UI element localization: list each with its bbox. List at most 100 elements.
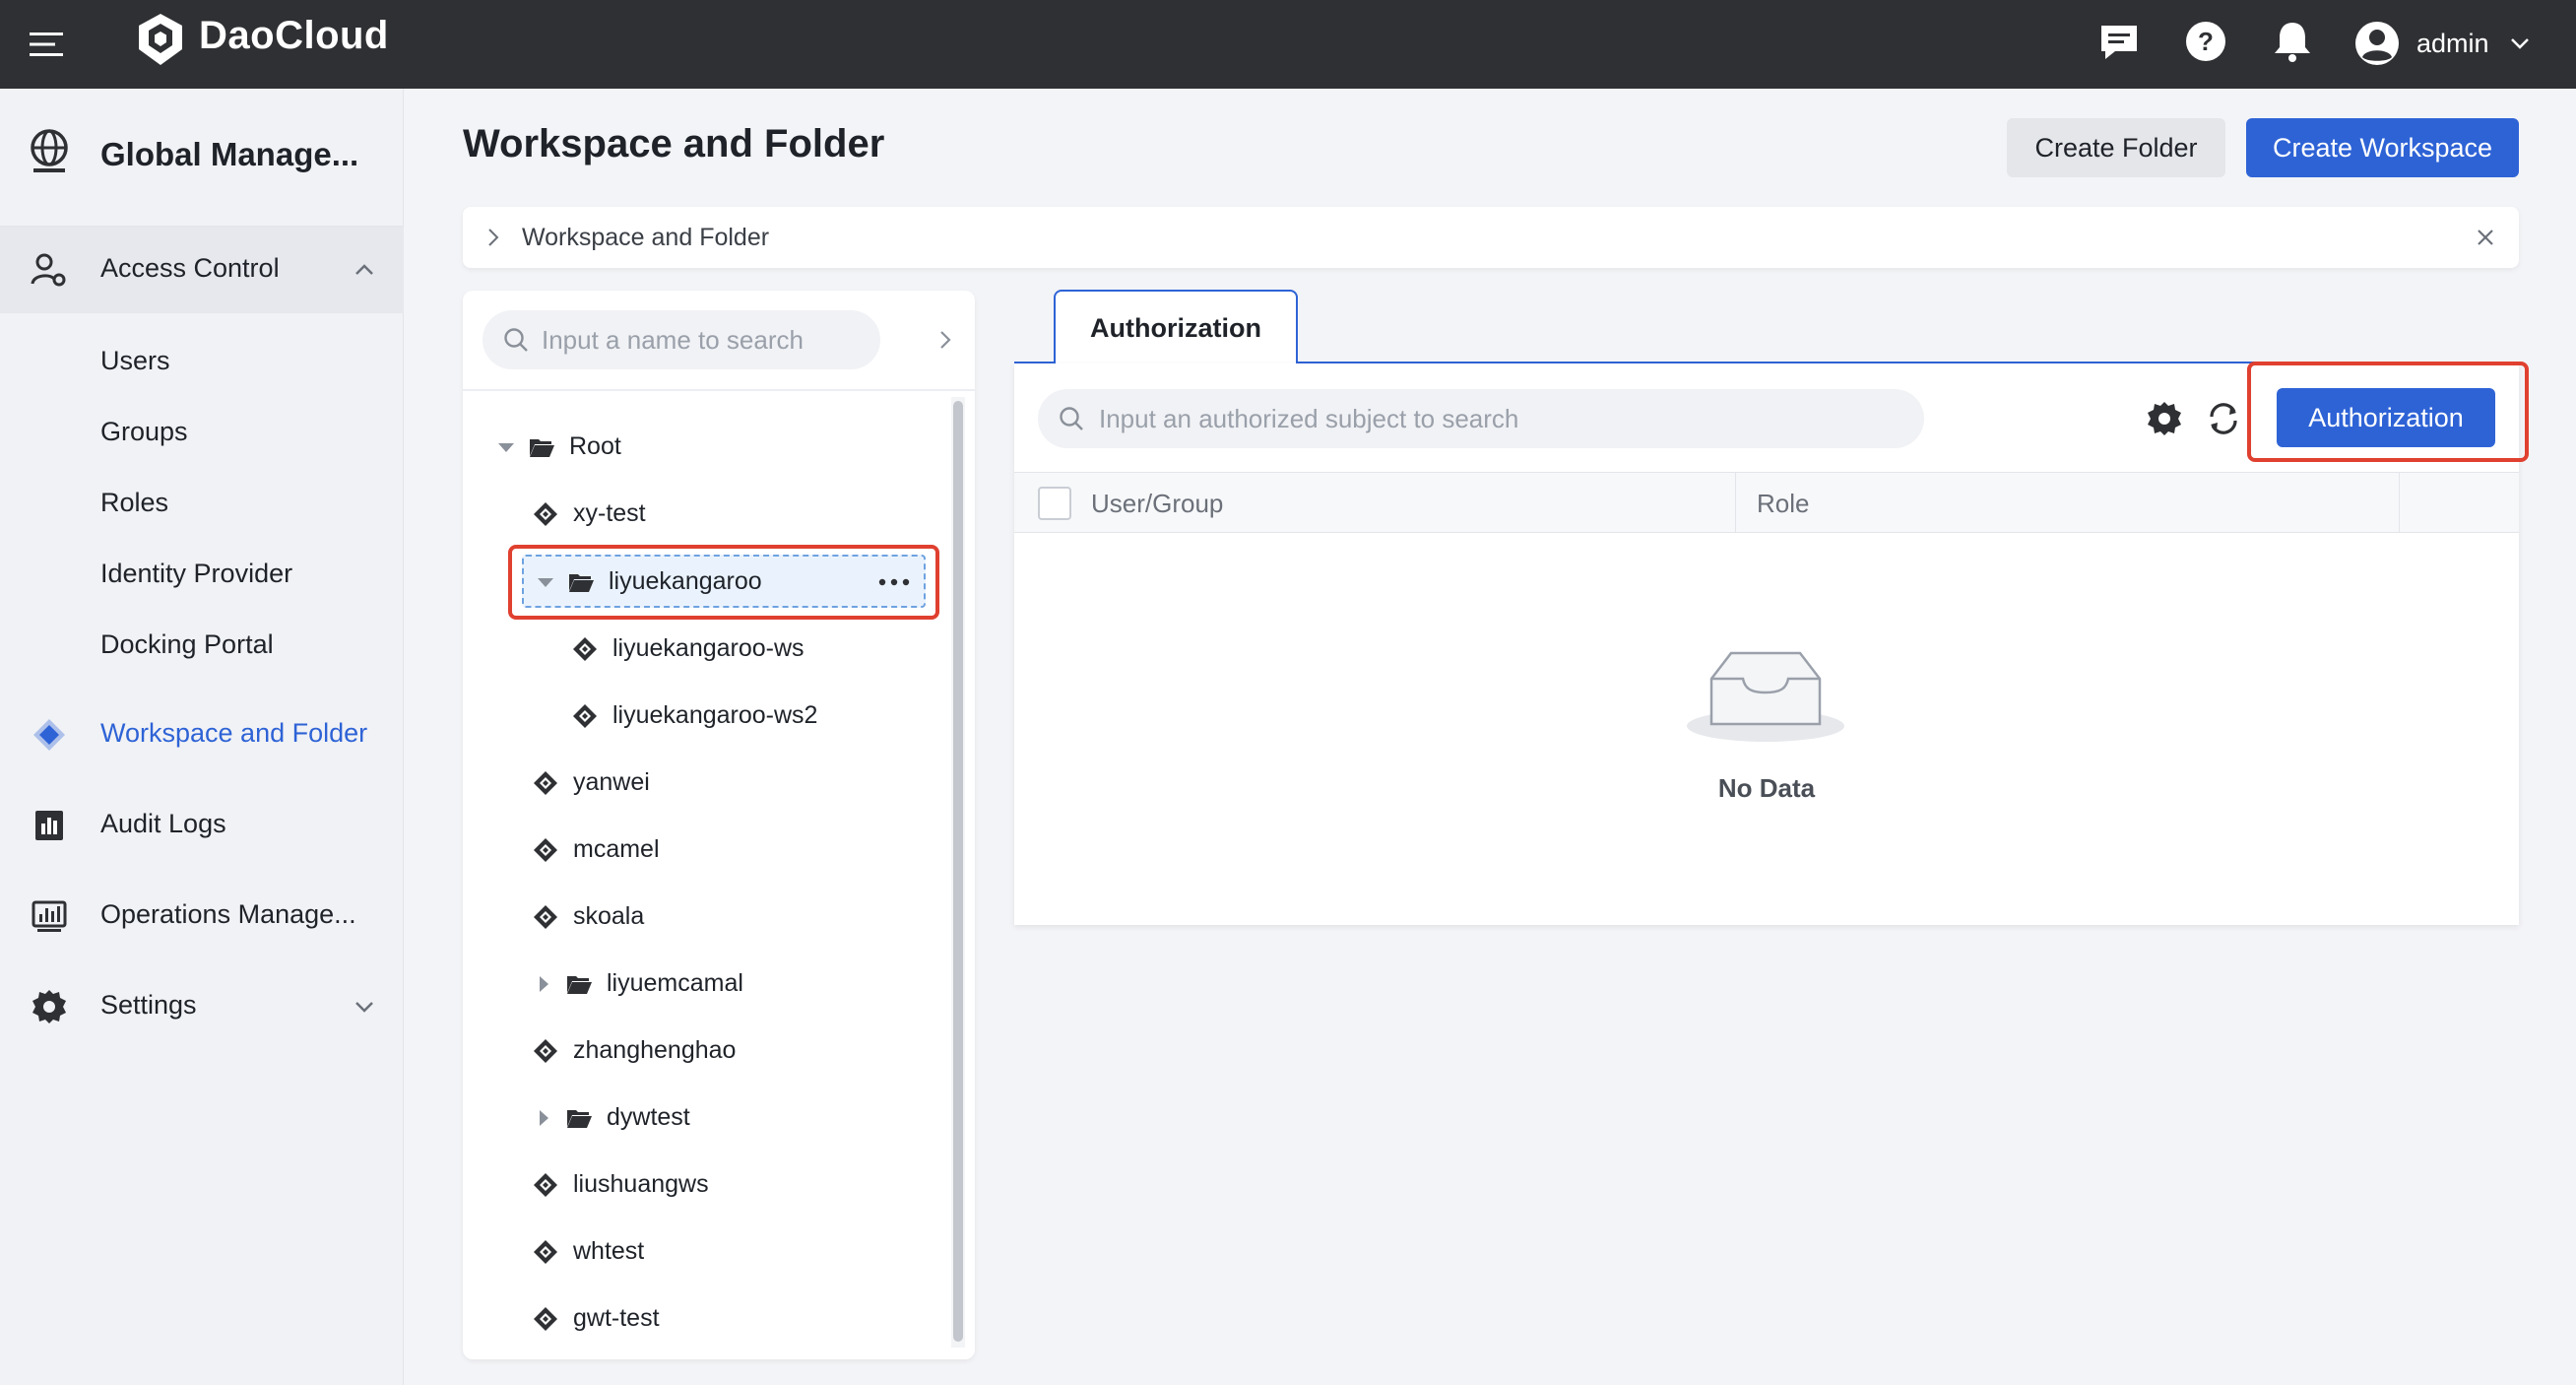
user-gear-icon bbox=[30, 250, 69, 290]
brand-name[interactable]: DaoCloud bbox=[199, 14, 389, 58]
operations-icon bbox=[30, 896, 69, 936]
select-all-checkbox[interactable] bbox=[1038, 487, 1071, 520]
column-header-user-group[interactable]: User/Group bbox=[1091, 489, 1223, 519]
folder-open-icon bbox=[528, 433, 555, 461]
sidebar-item-groups[interactable]: Groups bbox=[0, 396, 404, 467]
sidebar-item-identity-provider[interactable]: Identity Provider bbox=[0, 538, 404, 609]
sidebar-item-audit-logs[interactable]: Audit Logs bbox=[0, 782, 404, 869]
sidebar-item-label: Audit Logs bbox=[100, 809, 226, 838]
workspace-icon bbox=[532, 1238, 559, 1266]
sidebar-item-roles[interactable]: Roles bbox=[0, 467, 404, 538]
sidebar-item-label: Access Control bbox=[100, 253, 280, 283]
tree-node-label: liushuangws bbox=[573, 1170, 709, 1198]
settings-icon[interactable] bbox=[2145, 399, 2184, 438]
sidebar-item-settings[interactable]: Settings bbox=[0, 963, 404, 1050]
tree-node-label: zhanghenghao bbox=[573, 1036, 737, 1064]
search-icon bbox=[1058, 405, 1085, 432]
sidebar-item-label: Settings bbox=[100, 990, 197, 1020]
sidebar-item-workspace-and-folder[interactable]: Workspace and Folder bbox=[0, 692, 404, 778]
tree-search-input[interactable] bbox=[542, 310, 867, 369]
bell-icon[interactable] bbox=[2269, 18, 2316, 65]
tree-node-workspace[interactable]: liushuangws bbox=[483, 1157, 945, 1213]
tree-scrollbar[interactable] bbox=[951, 397, 965, 1348]
tree-node-label: liyuekangaroo-ws2 bbox=[612, 701, 818, 729]
auth-search-input[interactable] bbox=[1099, 389, 1906, 448]
svg-text:?: ? bbox=[2198, 27, 2214, 56]
tree-node-label: liyuekangaroo-ws bbox=[612, 634, 805, 662]
chevron-up-icon bbox=[351, 256, 378, 284]
sidebar-item-label: Roles bbox=[100, 488, 169, 517]
tree-node-workspace[interactable]: skoala bbox=[483, 890, 945, 945]
sidebar-header: Global Manage... bbox=[0, 89, 404, 227]
authorization-panel: Authorization User/Group Role No Data bbox=[1014, 362, 2529, 925]
tab-label: Authorization bbox=[1090, 313, 1261, 343]
tree-node-workspace[interactable]: zhanghenghao bbox=[483, 1023, 945, 1079]
user-menu[interactable]: admin bbox=[2353, 16, 2531, 71]
tree-node-workspace[interactable]: gwt-test bbox=[483, 1291, 945, 1347]
sidebar-item-label: Docking Portal bbox=[100, 629, 274, 659]
workspace-icon bbox=[532, 500, 559, 528]
refresh-icon[interactable] bbox=[2204, 399, 2243, 438]
help-icon[interactable]: ? bbox=[2182, 18, 2229, 65]
sidebar-title: Global Manage... bbox=[100, 136, 359, 172]
more-icon[interactable] bbox=[876, 570, 912, 594]
daocloud-logo-icon[interactable] bbox=[131, 10, 190, 69]
sidebar-item-access-control[interactable]: Access Control bbox=[0, 227, 404, 313]
message-icon[interactable] bbox=[2095, 18, 2143, 65]
tree-node-label: xy-test bbox=[573, 499, 646, 527]
column-divider bbox=[1735, 473, 1736, 532]
column-header-role[interactable]: Role bbox=[1757, 489, 1809, 519]
tree-node-workspace[interactable]: liyuekangaroo-ws2 bbox=[483, 689, 945, 744]
tree-node-label: skoala bbox=[573, 902, 645, 930]
tree-node-workspace[interactable]: yanwei bbox=[483, 756, 945, 811]
tree-node-workspace[interactable]: xy-test bbox=[483, 487, 945, 542]
workspace-icon bbox=[30, 715, 69, 755]
tree-node-folder[interactable]: liyuemcamal bbox=[483, 956, 945, 1012]
tree-node-label: liyuekangaroo bbox=[609, 567, 762, 595]
folder-icon bbox=[565, 970, 593, 998]
tree-node-label: liyuemcamal bbox=[607, 969, 743, 997]
sidebar-item-docking-portal[interactable]: Docking Portal bbox=[0, 609, 404, 680]
page-title: Workspace and Folder bbox=[463, 122, 885, 165]
tree-node-folder[interactable]: dywtest bbox=[483, 1090, 945, 1146]
sidebar-item-label: Workspace and Folder bbox=[100, 718, 368, 748]
menu-icon[interactable] bbox=[27, 25, 66, 64]
chevron-down-icon bbox=[351, 993, 378, 1021]
tree-node-workspace[interactable]: whtest bbox=[483, 1224, 945, 1280]
collapse-tree-icon[interactable] bbox=[932, 326, 959, 354]
tree-node-workspace[interactable]: mcamel bbox=[483, 823, 945, 878]
tree-node-root[interactable]: Root bbox=[483, 420, 945, 475]
breadcrumb: Workspace and Folder bbox=[463, 207, 2519, 268]
tree-node-label: yanwei bbox=[573, 768, 650, 796]
folder-icon bbox=[565, 1104, 593, 1132]
tree-node-label: Root bbox=[569, 432, 621, 460]
column-divider bbox=[2399, 473, 2400, 532]
user-avatar-icon bbox=[2353, 20, 2401, 67]
tree-node-label: whtest bbox=[573, 1237, 645, 1265]
caret-down-icon[interactable] bbox=[534, 570, 557, 594]
scrollbar-thumb[interactable] bbox=[953, 401, 963, 1342]
tree-node-workspace[interactable]: liyuekangaroo-ws bbox=[483, 622, 945, 677]
create-workspace-button[interactable]: Create Workspace bbox=[2246, 118, 2519, 177]
caret-right-icon[interactable] bbox=[532, 972, 555, 996]
globe-icon bbox=[24, 126, 75, 177]
sidebar-item-label: Identity Provider bbox=[100, 559, 293, 588]
create-folder-button[interactable]: Create Folder bbox=[2007, 118, 2225, 177]
top-bar: DaoCloud ? admin bbox=[0, 0, 2576, 89]
caret-right-icon[interactable] bbox=[532, 1106, 555, 1130]
chevron-right-icon[interactable] bbox=[481, 225, 506, 250]
tree-node-selected-folder[interactable]: liyuekangaroo bbox=[522, 555, 926, 608]
tree-node-label: gwt-test bbox=[573, 1304, 660, 1332]
tree-node-label: dywtest bbox=[607, 1103, 690, 1131]
folder-open-icon bbox=[567, 568, 595, 596]
tab-authorization[interactable]: Authorization bbox=[1054, 290, 1298, 363]
sidebar-item-users[interactable]: Users bbox=[0, 325, 404, 396]
breadcrumb-item[interactable]: Workspace and Folder bbox=[522, 224, 769, 252]
workspace-icon bbox=[532, 1305, 559, 1333]
close-icon[interactable] bbox=[2472, 224, 2499, 251]
username: admin bbox=[2416, 28, 2489, 58]
sidebar-item-operations-management[interactable]: Operations Manage... bbox=[0, 873, 404, 959]
authorization-button[interactable]: Authorization bbox=[2277, 388, 2495, 447]
caret-down-icon[interactable] bbox=[494, 435, 518, 459]
table-header: User/Group Role bbox=[1014, 472, 2519, 533]
